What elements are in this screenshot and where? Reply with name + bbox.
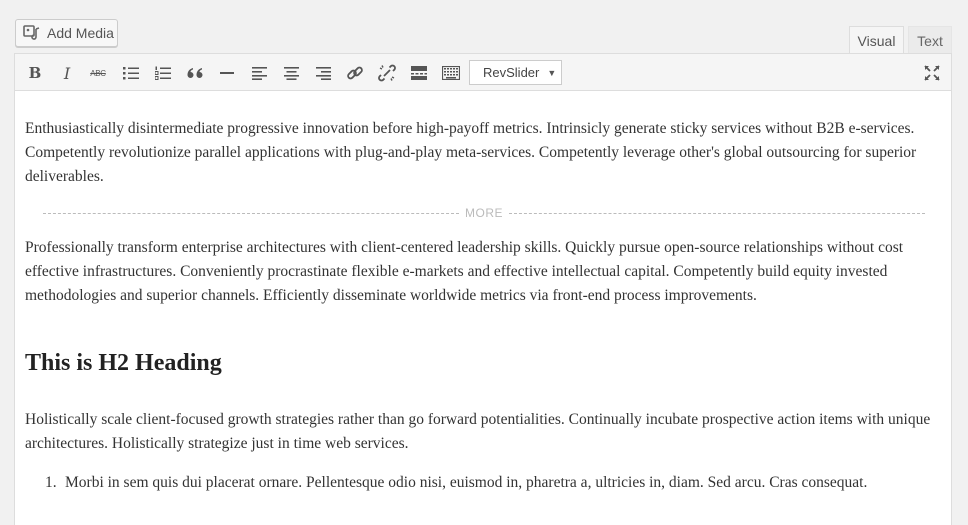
editor: B I ABC RevSlider ▼ Enthusiastically dis…	[14, 53, 952, 525]
more-label: MORE	[465, 206, 503, 220]
horizontal-line-button[interactable]	[214, 60, 240, 86]
bold-button[interactable]: B	[22, 60, 48, 86]
fullscreen-icon	[924, 65, 940, 81]
italic-button[interactable]: I	[54, 60, 80, 86]
insert-link-button[interactable]	[342, 60, 368, 86]
blockquote-button[interactable]	[182, 60, 208, 86]
align-left-icon	[251, 67, 267, 80]
blockquote-icon	[187, 68, 203, 78]
add-media-label: Add Media	[47, 25, 114, 41]
ordered-list: 1. Morbi in sem quis dui placerat ornare…	[45, 471, 943, 495]
numbered-list-button[interactable]	[150, 60, 176, 86]
bullet-list-icon	[123, 67, 139, 80]
toolbar-toggle-button[interactable]	[438, 60, 464, 86]
align-center-button[interactable]	[278, 60, 304, 86]
bulleted-list-button[interactable]	[118, 60, 144, 86]
tab-visual[interactable]: Visual	[849, 26, 904, 54]
list-item-number: 1.	[45, 474, 57, 491]
more-divider-left	[43, 212, 459, 214]
chevron-down-icon: ▼	[547, 67, 557, 78]
list-item: 1. Morbi in sem quis dui placerat ornare…	[45, 471, 943, 495]
more-divider-right	[509, 212, 925, 214]
italic-icon: I	[63, 63, 71, 83]
align-right-icon	[315, 67, 331, 80]
editor-toolbar: B I ABC RevSlider ▼	[15, 54, 951, 91]
revslider-dropdown[interactable]: RevSlider ▼	[469, 60, 562, 85]
content-heading: This is H2 Heading	[25, 350, 222, 376]
fullscreen-button[interactable]	[919, 60, 945, 86]
align-left-button[interactable]	[246, 60, 272, 86]
read-more-icon	[411, 66, 427, 80]
remove-link-button[interactable]	[374, 60, 400, 86]
paragraph: Professionally transform enterprise arch…	[25, 239, 904, 304]
strikethrough-button[interactable]: ABC	[85, 60, 111, 86]
media-icon	[23, 24, 41, 42]
unlink-icon	[378, 64, 396, 82]
align-right-button[interactable]	[310, 60, 336, 86]
tab-text[interactable]: Text	[908, 26, 952, 54]
numbered-list-icon	[155, 66, 171, 80]
strikethrough-icon: ABC	[90, 68, 106, 78]
list-item-text: Morbi in sem quis dui placerat ornare. P…	[65, 474, 868, 491]
read-more-separator: MORE	[43, 203, 925, 223]
bold-icon: B	[28, 64, 42, 82]
paragraph: Enthusiastically disintermediate progres…	[25, 120, 917, 185]
paragraph: Holistically scale client-focused growth…	[25, 411, 931, 452]
keyboard-icon	[442, 66, 460, 80]
align-center-icon	[283, 67, 299, 80]
revslider-label: RevSlider	[483, 65, 540, 80]
read-more-button[interactable]	[406, 60, 432, 86]
link-icon	[347, 66, 363, 80]
horizontal-line-icon	[220, 72, 234, 74]
add-media-button[interactable]: Add Media	[15, 19, 118, 47]
